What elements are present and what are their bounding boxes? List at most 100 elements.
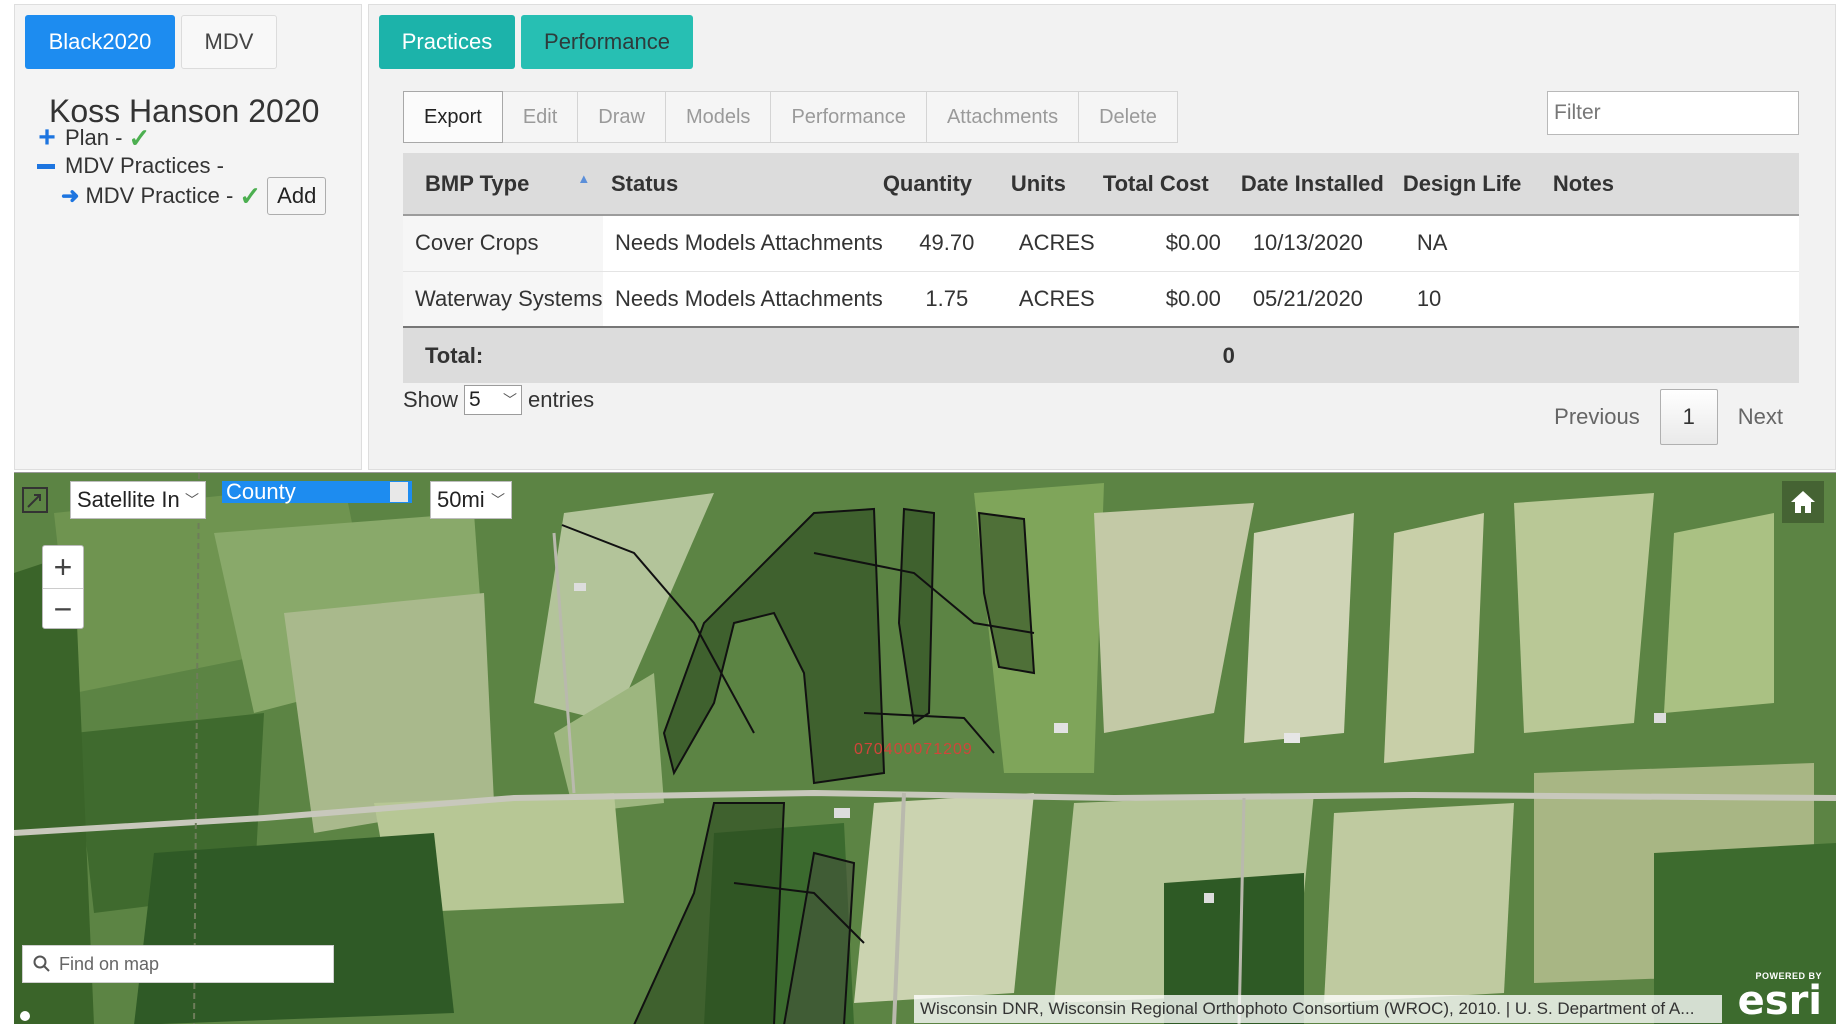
- export-button[interactable]: Export: [403, 91, 503, 143]
- cell-status: Needs Models Attachments: [603, 215, 883, 272]
- plan-panel: Black2020 MDV Koss Hanson 2020 + Plan - …: [14, 4, 362, 470]
- expand-icon-graphic: [22, 487, 48, 513]
- radius-select-value: 50mi: [437, 487, 485, 512]
- satellite-map[interactable]: Satellite In ﹀ County 50mi ﹀ + − 0704000…: [14, 472, 1836, 1024]
- column-header-date-installed[interactable]: Date Installed: [1240, 153, 1403, 216]
- total-spacer: [882, 327, 1011, 383]
- chevron-down-icon: ﹀: [185, 492, 199, 508]
- layer-select[interactable]: County: [222, 479, 412, 504]
- total-spacer: [1010, 327, 1103, 383]
- chevron-down-icon: ﹀: [503, 392, 518, 408]
- tab-practices[interactable]: Practices: [379, 15, 515, 69]
- tab-black2020[interactable]: Black2020: [25, 15, 175, 69]
- total-label: Total:: [403, 327, 603, 383]
- practices-table: BMP Type ▲ Status Quantity Units Total Co…: [403, 153, 1799, 383]
- cell-design-life: 10: [1402, 271, 1553, 328]
- cell-quantity: 49.70: [882, 215, 1011, 272]
- tab-mdv[interactable]: MDV: [181, 15, 277, 69]
- cell-units: ACRES: [1010, 271, 1103, 328]
- practices-panel: Practices Performance Export Edit Draw M…: [368, 4, 1836, 470]
- total-spacer: [1552, 327, 1799, 383]
- arrow-right-icon: ➜: [61, 183, 80, 208]
- home-icon: [1791, 491, 1815, 513]
- table-row[interactable]: Waterway Systems Needs Models Attachment…: [403, 271, 1799, 328]
- total-spacer: [1402, 327, 1553, 383]
- layer-select-value: County: [226, 479, 296, 504]
- column-header-design-life[interactable]: Design Life: [1402, 153, 1553, 216]
- tree-item-label: MDV Practices -: [65, 153, 224, 178]
- table-total-row: Total: 0: [403, 327, 1799, 383]
- filter-input[interactable]: [1547, 91, 1799, 135]
- entries-label: entries: [528, 387, 595, 412]
- column-header-status[interactable]: Status: [603, 153, 883, 216]
- attachments-button[interactable]: Attachments: [925, 91, 1080, 143]
- tree-item-mdv-practice[interactable]: ➜ MDV Practice - ✓ Add: [61, 177, 327, 215]
- models-button[interactable]: Models: [664, 91, 772, 143]
- column-header-bmp-type[interactable]: BMP Type ▲: [403, 153, 603, 216]
- previous-page-button[interactable]: Previous: [1534, 389, 1660, 445]
- cell-total-cost: $0.00: [1102, 215, 1241, 272]
- column-header-total-cost[interactable]: Total Cost: [1102, 153, 1241, 216]
- cell-units: ACRES: [1010, 215, 1103, 272]
- total-spacer: [603, 327, 883, 383]
- plus-icon[interactable]: +: [35, 123, 59, 153]
- esri-wordmark: esri: [1737, 978, 1822, 1024]
- add-button[interactable]: Add: [267, 177, 327, 215]
- location-dot-icon: [20, 1011, 30, 1021]
- minus-icon[interactable]: [37, 163, 55, 169]
- page-length-select[interactable]: 5 ﹀: [464, 385, 523, 415]
- page-length-control: Show 5 ﹀ entries: [403, 385, 594, 415]
- tree-item-label: Plan -: [65, 125, 123, 150]
- tree-item-mdv-practices[interactable]: MDV Practices -: [35, 153, 224, 179]
- esri-logo: POWERED BY esri: [1738, 971, 1822, 1021]
- tree-item-plan[interactable]: + Plan - ✓: [35, 123, 150, 153]
- cell-design-life: NA: [1402, 215, 1553, 272]
- performance-button[interactable]: Performance: [770, 91, 927, 143]
- radius-select[interactable]: 50mi ﹀: [430, 481, 512, 519]
- map-search-input[interactable]: Find on map: [22, 945, 334, 983]
- plan-tabs: Black2020 MDV: [25, 15, 277, 69]
- table-row[interactable]: Cover Crops Needs Models Attachments 49.…: [403, 215, 1799, 272]
- page-button-current[interactable]: 1: [1659, 389, 1718, 445]
- draw-button[interactable]: Draw: [577, 91, 666, 143]
- parcel-label: 070400071209: [854, 741, 973, 758]
- cell-bmp-type: Cover Crops: [403, 215, 603, 272]
- cell-quantity: 1.75: [882, 271, 1011, 328]
- table-header-row: BMP Type ▲ Status Quantity Units Total Co…: [403, 153, 1799, 216]
- map-attribution: Wisconsin DNR, Wisconsin Regional Orthop…: [914, 995, 1722, 1023]
- check-icon: ✓: [128, 123, 151, 153]
- search-icon: [33, 955, 50, 972]
- tree-item-label: MDV Practice -: [85, 183, 234, 208]
- basemap-select-value: Satellite In: [77, 487, 180, 512]
- practice-tabs: Practices Performance: [379, 15, 693, 69]
- layer-select-handle[interactable]: [390, 482, 408, 502]
- delete-button[interactable]: Delete: [1078, 91, 1178, 143]
- map-search-placeholder: Find on map: [59, 953, 160, 974]
- column-header-notes[interactable]: Notes: [1552, 153, 1799, 216]
- practice-toolbar: Export Edit Draw Models Performance Atta…: [403, 91, 1178, 143]
- zoom-control: + −: [42, 545, 84, 629]
- pagination: Previous 1 Next: [1534, 389, 1803, 445]
- tab-performance[interactable]: Performance: [521, 15, 693, 69]
- next-page-button[interactable]: Next: [1718, 389, 1803, 445]
- cell-notes: [1552, 215, 1799, 272]
- cell-date-installed: 05/21/2020: [1240, 271, 1403, 328]
- column-header-units[interactable]: Units: [1010, 153, 1103, 216]
- sort-ascending-icon[interactable]: ▲: [577, 171, 590, 186]
- total-value: 0: [1102, 327, 1241, 383]
- zoom-in-button[interactable]: +: [43, 546, 83, 588]
- home-button[interactable]: [1782, 481, 1824, 523]
- check-icon: ✓: [239, 181, 262, 211]
- page-length-value: 5: [469, 388, 481, 411]
- zoom-out-button[interactable]: −: [43, 588, 83, 630]
- cell-status: Needs Models Attachments: [603, 271, 883, 328]
- basemap-select[interactable]: Satellite In ﹀: [70, 481, 206, 519]
- edit-button[interactable]: Edit: [501, 91, 579, 143]
- total-spacer: [1240, 327, 1403, 383]
- fullscreen-icon[interactable]: [20, 481, 54, 519]
- cell-total-cost: $0.00: [1102, 271, 1241, 328]
- column-header-quantity[interactable]: Quantity: [882, 153, 1011, 216]
- show-label: Show: [403, 387, 459, 412]
- cell-bmp-type: Waterway Systems: [403, 271, 603, 328]
- cell-date-installed: 10/13/2020: [1240, 215, 1403, 272]
